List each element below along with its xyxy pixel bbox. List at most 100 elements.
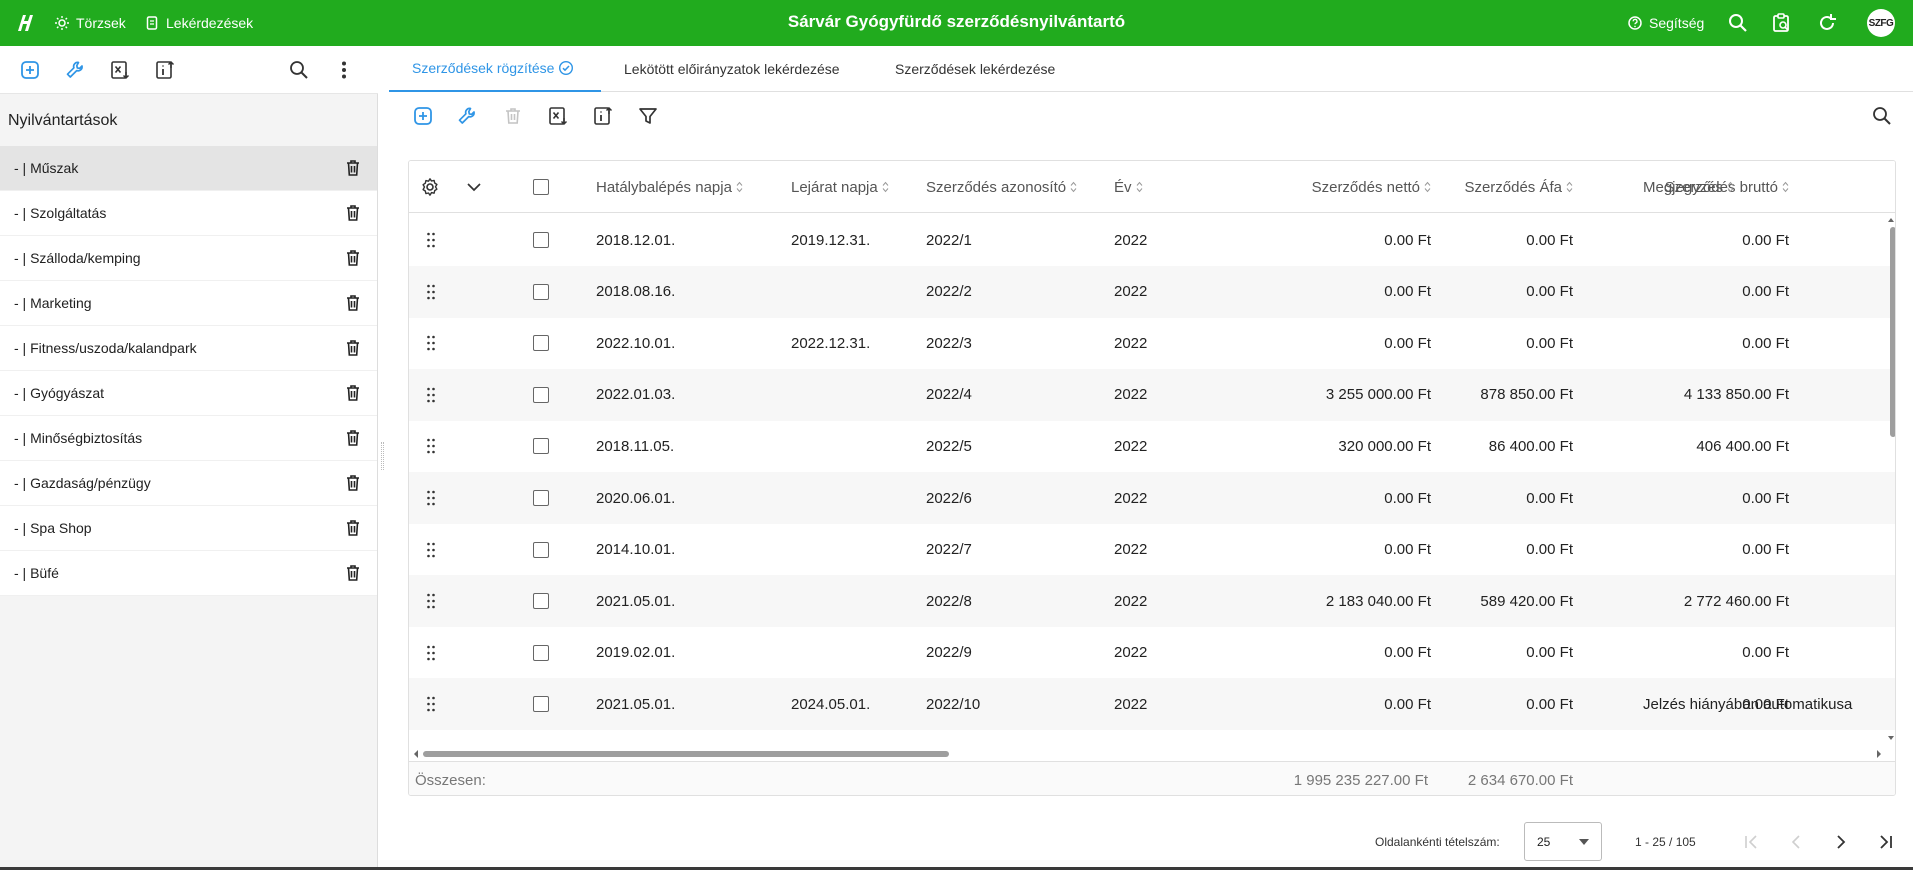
nav-lekerdezesek[interactable]: Lekérdezések	[144, 0, 253, 46]
column-header-netto[interactable]: Szerződés nettó	[1169, 161, 1431, 213]
trash-icon[interactable]	[343, 518, 363, 538]
table-row[interactable]: 2021.05.01. 2022/8 2022 2 183 040.00 Ft 589 …	[409, 575, 1895, 628]
search-icon[interactable]	[1727, 12, 1749, 34]
info-export-icon[interactable]	[154, 59, 176, 81]
user-avatar[interactable]: SZFG	[1867, 9, 1895, 37]
table-row[interactable]: 2018.12.01. 2019.12.31. 2022/1 2022 0.00 Ft 0…	[409, 214, 1895, 266]
table-row[interactable]: 2019.02.01. 2022/9 2022 0.00 Ft 0.00 Ft 0.00 …	[409, 627, 1895, 679]
tab-lekotott-eloiranyzatok[interactable]: Lekötött előirányzatok lekérdezése	[624, 46, 840, 92]
row-checkbox[interactable]	[533, 696, 549, 713]
filter-icon[interactable]	[637, 105, 659, 127]
refresh-icon[interactable]	[1816, 12, 1838, 34]
list-item[interactable]: - | Szolgáltatás	[0, 191, 377, 236]
row-checkbox[interactable]	[533, 593, 549, 610]
previous-page-icon[interactable]	[1786, 832, 1806, 852]
add-icon[interactable]	[19, 59, 41, 81]
horizontal-scrollbar-thumb[interactable]	[423, 751, 949, 757]
panel-splitter-handle[interactable]	[381, 442, 384, 470]
contracts-grid: Hatálybalépés napja Lejárat napja Szerző…	[408, 160, 1896, 796]
trash-icon[interactable]	[343, 383, 363, 403]
table-cell: 2022/6	[926, 489, 972, 507]
table-cell: 2022	[1114, 283, 1148, 301]
row-checkbox[interactable]	[533, 644, 549, 661]
list-item[interactable]: - | Minőségbiztosítás	[0, 416, 377, 461]
tab-szerzodesek-rogzitese[interactable]: Szerződések rögzítése	[389, 46, 601, 92]
trash-icon[interactable]	[343, 338, 363, 358]
table-row[interactable]: 2018.08.16. 2022/2 2022 0.00 Ft 0.00 Ft 0.00 …	[409, 265, 1895, 318]
list-item[interactable]: - | Gyógyászat	[0, 371, 377, 416]
column-header-hatalybalepes[interactable]: Hatálybalépés napja	[596, 161, 743, 213]
row-checkbox[interactable]	[533, 541, 549, 558]
vertical-scrollbar-thumb[interactable]	[1890, 227, 1895, 437]
trash-icon[interactable]	[343, 248, 363, 268]
list-item[interactable]: - | Marketing	[0, 281, 377, 326]
select-all-checkbox[interactable]	[533, 179, 549, 195]
table-cell	[1643, 627, 1887, 679]
column-header-azonosito[interactable]: Szerződés azonosító	[926, 161, 1077, 213]
excel-export-icon[interactable]	[109, 59, 131, 81]
row-checkbox[interactable]	[533, 283, 549, 300]
drag-handle-icon[interactable]	[426, 387, 436, 403]
first-page-icon[interactable]	[1741, 832, 1761, 852]
list-item[interactable]: - | Gazdaság/pénzügy	[0, 461, 377, 506]
column-header-afa[interactable]: Szerződés Áfa	[1439, 161, 1573, 213]
trash-icon[interactable]	[343, 428, 363, 448]
table-row[interactable]: 2020.06.01. 2022/6 2022 0.00 Ft 0.00 Ft 0.00 …	[409, 472, 1895, 524]
column-header-megjegyzes[interactable]: Megjegyzés	[1643, 161, 1734, 213]
drag-handle-icon[interactable]	[426, 232, 436, 248]
info-export-icon[interactable]	[592, 105, 614, 127]
delete-icon[interactable]	[502, 105, 524, 127]
chevron-down-icon[interactable]	[466, 179, 482, 195]
trash-icon[interactable]	[343, 203, 363, 223]
nav-torzsek[interactable]: Törzsek	[54, 0, 126, 46]
list-item[interactable]: - | Fitness/uszoda/kalandpark	[0, 326, 377, 371]
row-checkbox[interactable]	[533, 335, 549, 352]
clipboard-search-icon[interactable]	[1771, 12, 1793, 34]
trash-icon[interactable]	[343, 563, 363, 583]
list-item[interactable]: - | Büfé	[0, 551, 377, 596]
row-checkbox[interactable]	[533, 232, 549, 248]
drag-handle-icon[interactable]	[426, 490, 436, 506]
wrench-icon[interactable]	[456, 105, 478, 127]
tab-szerzodesek-lekerdezese[interactable]: Szerződések lekérdezése	[895, 46, 1055, 92]
drag-handle-icon[interactable]	[426, 645, 436, 661]
table-row[interactable]: 2022.01.03. 2022/4 2022 3 255 000.00 Ft 878 …	[409, 368, 1895, 421]
drag-handle-icon[interactable]	[426, 438, 436, 454]
next-page-icon[interactable]	[1831, 832, 1851, 852]
table-row[interactable]: 2018.11.05. 2022/5 2022 320 000.00 Ft 86 400…	[409, 420, 1895, 472]
wrench-icon[interactable]	[64, 59, 86, 81]
drag-handle-icon[interactable]	[426, 696, 436, 712]
page-size-select[interactable]: 25	[1524, 822, 1602, 861]
add-icon[interactable]	[412, 105, 434, 127]
footer-total-label: Összesen:	[415, 771, 486, 789]
list-item[interactable]: - | Spa Shop	[0, 506, 377, 551]
table-row[interactable]: 2014.10.01. 2022/7 2022 0.00 Ft 0.00 Ft 0.00 …	[409, 524, 1895, 576]
gear-icon[interactable]	[420, 177, 440, 197]
trash-icon[interactable]	[343, 158, 363, 178]
app-logo-icon[interactable]	[14, 12, 36, 34]
table-cell: 2018.08.16.	[596, 283, 676, 301]
column-header-ev[interactable]: Év	[1114, 161, 1143, 213]
drag-handle-icon[interactable]	[426, 284, 436, 300]
excel-export-icon[interactable]	[547, 105, 569, 127]
drag-handle-icon[interactable]	[426, 593, 436, 609]
column-header-lejarat[interactable]: Lejárat napja	[791, 161, 889, 213]
table-cell: 2022/2	[926, 283, 972, 301]
search-icon[interactable]	[288, 59, 310, 81]
list-item[interactable]: - | Szálloda/kemping	[0, 236, 377, 281]
drag-handle-icon[interactable]	[426, 335, 436, 351]
row-checkbox[interactable]	[533, 438, 549, 455]
row-checkbox[interactable]	[533, 386, 549, 403]
more-vert-icon[interactable]	[333, 59, 355, 81]
trash-icon[interactable]	[343, 473, 363, 493]
help-button[interactable]: Segítség	[1627, 0, 1704, 46]
drag-handle-icon[interactable]	[426, 542, 436, 558]
tab-label: Szerződések rögzítése	[412, 60, 555, 76]
table-row[interactable]: 2022.10.01. 2022.12.31. 2022/3 2022 0.00 Ft 0…	[409, 317, 1895, 369]
list-item[interactable]: - | Műszak	[0, 146, 377, 191]
row-checkbox[interactable]	[533, 490, 549, 506]
last-page-icon[interactable]	[1876, 832, 1896, 852]
search-icon[interactable]	[1871, 105, 1893, 127]
trash-icon[interactable]	[343, 293, 363, 313]
table-row[interactable]: 2021.05.01. 2024.05.01. 2022/10 2022 0.00 Ft…	[409, 678, 1895, 731]
